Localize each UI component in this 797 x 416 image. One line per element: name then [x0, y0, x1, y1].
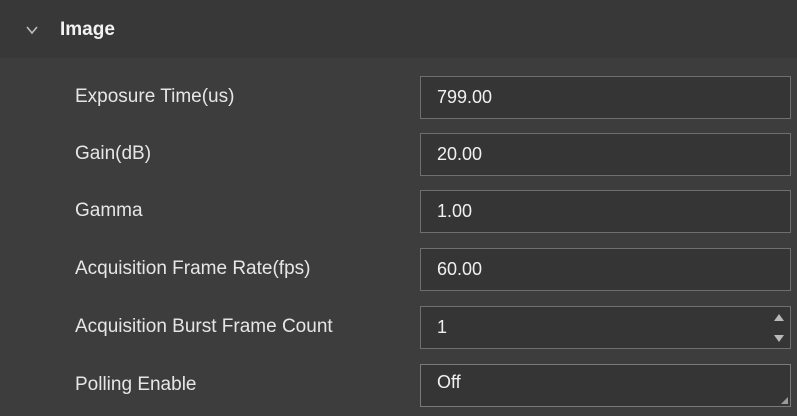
chevron-down-icon[interactable]: [26, 24, 38, 36]
gain-input[interactable]: 20.00: [420, 133, 791, 176]
property-row-polling-enable: Polling Enable Off: [0, 358, 797, 412]
image-properties-panel: Image Exposure Time(us) 799.00 Gain(dB) …: [0, 0, 797, 416]
property-row-acquisition-burst-frame-count: Acquisition Burst Frame Count 1: [0, 300, 797, 354]
section-header-image[interactable]: Image: [0, 0, 797, 58]
property-label: Acquisition Burst Frame Count: [75, 300, 333, 354]
property-label: Gain(dB): [75, 127, 151, 181]
acquisition-burst-frame-count-stepper[interactable]: 1: [420, 306, 791, 349]
exposure-time-input[interactable]: 799.00: [420, 76, 791, 119]
property-row-acquisition-frame-rate: Acquisition Frame Rate(fps) 60.00: [0, 242, 797, 296]
dropdown-indicator-icon: [781, 397, 788, 404]
property-label: Acquisition Frame Rate(fps): [75, 242, 310, 296]
property-label: Exposure Time(us): [75, 70, 234, 124]
polling-enable-select[interactable]: Off: [420, 364, 791, 407]
property-row-gamma: Gamma 1.00: [0, 184, 797, 238]
spin-down-icon[interactable]: [774, 335, 784, 342]
stepper-buttons[interactable]: [772, 309, 786, 347]
property-label: Polling Enable: [75, 358, 196, 412]
spin-up-icon[interactable]: [774, 314, 784, 321]
property-row-exposure-time: Exposure Time(us) 799.00: [0, 70, 797, 124]
section-title: Image: [60, 18, 115, 42]
gamma-input[interactable]: 1.00: [420, 190, 791, 233]
acquisition-frame-rate-input[interactable]: 60.00: [420, 248, 791, 291]
property-row-gain: Gain(dB) 20.00: [0, 127, 797, 181]
property-label: Gamma: [75, 184, 143, 238]
stepper-value: 1: [437, 317, 447, 337]
select-value: Off: [437, 372, 461, 392]
